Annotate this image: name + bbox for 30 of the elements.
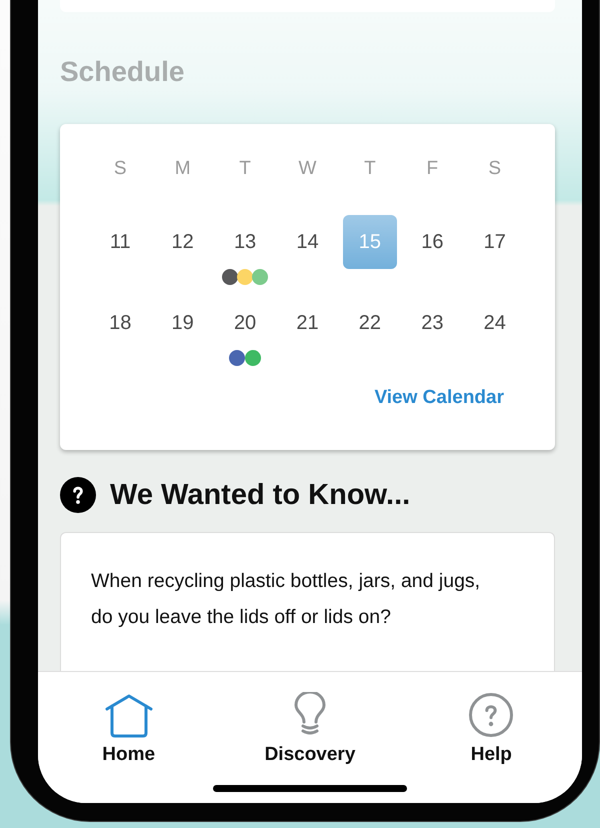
home-icon <box>104 694 153 738</box>
calendar-day[interactable]: 18 <box>93 296 148 350</box>
weekday-label: M <box>174 157 192 181</box>
calendar-day[interactable]: 20 <box>218 296 272 350</box>
help-icon <box>60 477 96 513</box>
help-tab[interactable]: Help <box>462 690 520 768</box>
calendar-day[interactable]: 14 <box>280 215 334 269</box>
calendar-day[interactable]: 19 <box>156 296 210 350</box>
calendar-day[interactable]: 24 <box>468 296 522 350</box>
view-calendar-link[interactable]: View Calendar <box>374 388 504 408</box>
question-text: When recycling plastic bottles, jars, and jugs, do you leave the lids off or lids on? <box>91 569 482 630</box>
calendar-day[interactable]: 12 <box>156 215 210 269</box>
section-title: We Wanted to Know... <box>110 478 410 512</box>
weekday-label: T <box>363 157 377 181</box>
calendar-day[interactable]: 21 <box>280 296 334 350</box>
weekday-label: F <box>426 157 440 181</box>
calendar-day[interactable]: 11 <box>93 215 148 269</box>
idea-tab[interactable]: Discovery <box>258 690 362 768</box>
calendar-day[interactable]: 13 <box>218 215 272 269</box>
calendar-day[interactable]: 16 <box>405 215 460 269</box>
weekday-label: W <box>298 157 318 181</box>
weekday-label: S <box>487 157 502 181</box>
help-icon <box>468 692 514 738</box>
calendar-day[interactable]: 17 <box>468 215 522 269</box>
home-tab[interactable]: Home <box>96 690 162 768</box>
weekday-label: S <box>112 157 128 181</box>
section-title: Schedule <box>60 56 186 88</box>
weekday-label: T <box>238 157 252 181</box>
calendar-day[interactable]: 22 <box>342 296 397 350</box>
calendar-day[interactable]: 23 <box>405 296 460 350</box>
